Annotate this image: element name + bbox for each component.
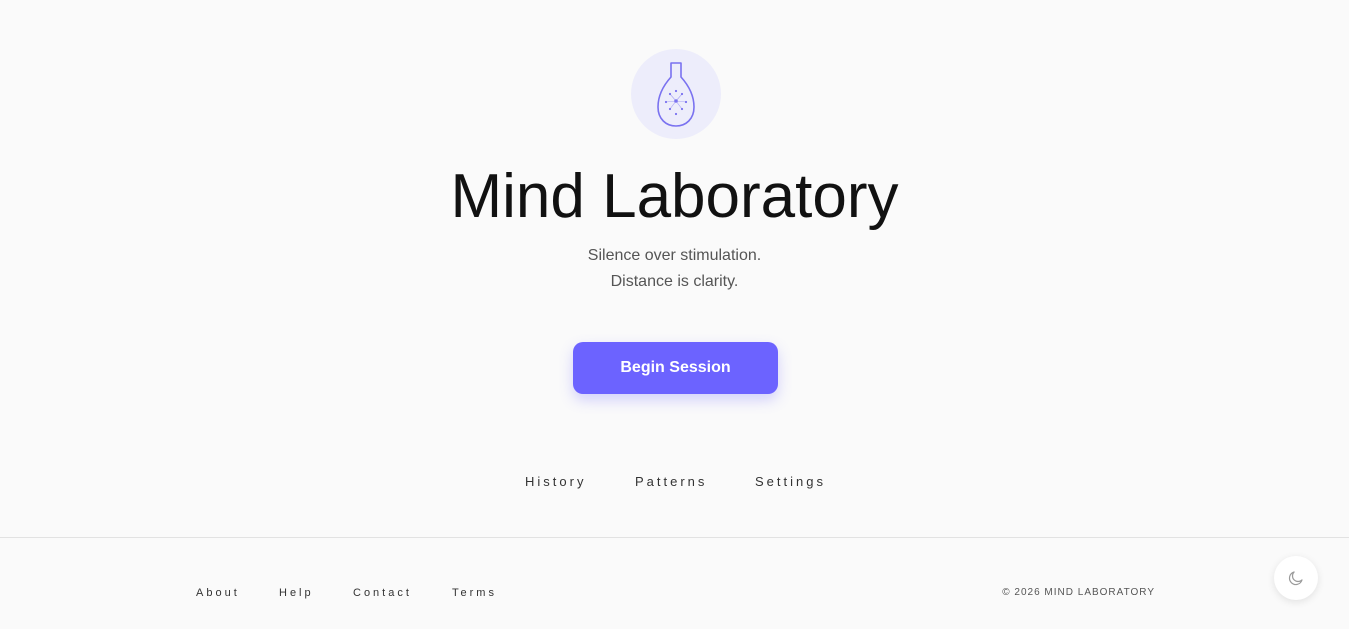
moon-icon <box>1288 571 1303 586</box>
flask-icon <box>657 62 695 127</box>
nav-settings-link[interactable]: Settings <box>755 473 826 491</box>
theme-toggle-button[interactable] <box>1274 556 1318 600</box>
copyright-text: © 2026 MIND LABORATORY <box>1002 587 1155 598</box>
footer-help-link[interactable]: Help <box>279 586 314 600</box>
footer-contact-link[interactable]: Contact <box>353 586 412 600</box>
logo <box>631 49 721 139</box>
footer: About Help Contact Terms © 2026 MIND LAB… <box>0 537 1349 629</box>
footer-terms-link[interactable]: Terms <box>452 586 497 600</box>
main-nav: History Patterns Settings <box>0 473 1349 491</box>
nav-patterns-link[interactable]: Patterns <box>635 473 707 491</box>
nav-history-link[interactable]: History <box>525 473 586 491</box>
begin-session-button[interactable]: Begin Session <box>573 342 778 394</box>
footer-about-link[interactable]: About <box>196 586 240 600</box>
app-title: Mind Laboratory <box>450 162 899 231</box>
tagline-line-1: Silence over stimulation. <box>587 247 762 264</box>
tagline-line-2: Distance is clarity. <box>610 273 739 290</box>
page: Mind Laboratory Silence over stimulation… <box>0 0 1349 629</box>
